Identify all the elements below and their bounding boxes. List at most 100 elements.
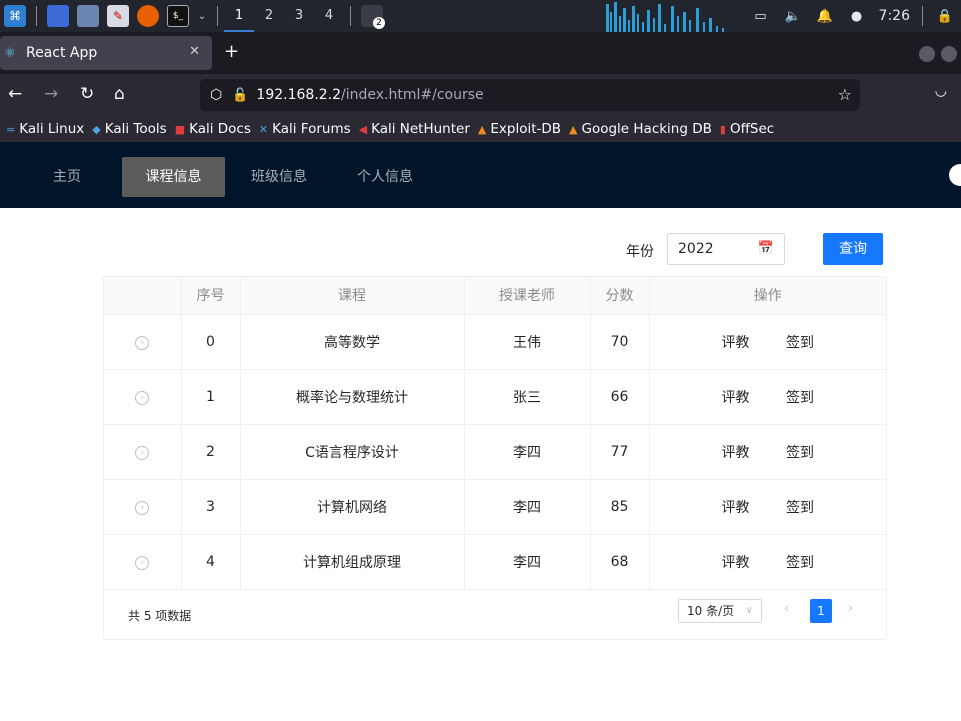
lock-icon[interactable]: 🔒	[934, 9, 956, 24]
cpu-graph	[600, 0, 731, 32]
reload-icon[interactable]: ↻	[80, 84, 94, 104]
show-desktop-icon[interactable]	[47, 5, 69, 27]
menu-course-info[interactable]: 课程信息	[122, 157, 225, 197]
text-editor-icon[interactable]: ✎	[107, 5, 129, 27]
notification-bell-icon[interactable]: 🔔	[814, 9, 836, 24]
course-table: 序号 课程 授课老师 分数 操作 › 0 高等数学 王伟 70 评教 签到 › …	[103, 276, 887, 640]
volume-icon[interactable]: 🔈	[782, 9, 804, 24]
year-value: 2022	[678, 241, 714, 257]
kali-menu-icon[interactable]: ⌘	[4, 5, 26, 27]
query-button[interactable]: 查询	[823, 233, 883, 265]
bookmark-kali-forums[interactable]: ✕ Kali Forums	[259, 121, 351, 137]
cell-actions: 评教 签到	[649, 479, 886, 535]
bookmark-label: OffSec	[729, 121, 775, 137]
address-bar[interactable]: ⬡ 🔓 192.168.2.2 /index.html#/course ☆	[200, 79, 860, 111]
year-label: 年份	[626, 244, 654, 260]
react-icon: ⚛	[4, 45, 16, 61]
clock[interactable]: 7:26	[879, 8, 910, 24]
cell-index: 2	[181, 424, 241, 480]
bookmark-offsec[interactable]: ▮ OffSec	[720, 121, 774, 137]
bookmark-kali-docs[interactable]: ■ Kali Docs	[175, 121, 251, 137]
network-icon[interactable]: ●	[846, 9, 868, 24]
tab-title: React App	[26, 45, 98, 61]
next-page-icon[interactable]: ›	[848, 601, 853, 616]
workspace-2[interactable]: 2	[254, 0, 284, 32]
home-icon[interactable]: ⌂	[114, 84, 125, 104]
minimize-button[interactable]	[919, 46, 935, 62]
cell-course: C语言程序设计	[240, 424, 465, 480]
cell-score: 70	[590, 314, 650, 370]
menu-class-info[interactable]: 班级信息	[245, 157, 313, 197]
pocket-icon[interactable]: ◡	[935, 83, 947, 99]
evaluate-button[interactable]: 评教	[722, 387, 750, 407]
firefox-icon[interactable]	[137, 5, 159, 27]
expand-row-icon[interactable]: ›	[135, 391, 150, 405]
workspace-4[interactable]: 4	[314, 0, 344, 32]
table-row: › 3 计算机网络 李四 85 评教 签到	[104, 479, 886, 535]
checkin-button[interactable]: 签到	[786, 332, 814, 352]
bookmark-star-icon[interactable]: ☆	[838, 85, 852, 104]
prev-page-icon[interactable]: ‹	[784, 601, 789, 616]
bookmark-kali-nethunter[interactable]: ◀ Kali NetHunter	[359, 121, 470, 137]
checkin-button[interactable]: 签到	[786, 387, 814, 407]
tab-react-app[interactable]: ⚛ React App ✕	[0, 36, 212, 70]
chevron-down-icon[interactable]: ⌄	[197, 5, 207, 27]
header-teacher: 授课老师	[464, 277, 591, 315]
checkin-button[interactable]: 签到	[786, 552, 814, 572]
year-picker[interactable]: 2022 📅	[667, 233, 785, 265]
avatar[interactable]	[949, 164, 961, 186]
close-tab-icon[interactable]: ✕	[189, 44, 200, 59]
table-row: › 1 概率论与数理统计 张三 66 评教 签到	[104, 369, 886, 425]
taskbar-separator	[350, 6, 351, 26]
close-window-button[interactable]	[941, 46, 957, 62]
taskbar-separator	[922, 6, 923, 26]
cell-actions: 评教 签到	[649, 314, 886, 370]
evaluate-button[interactable]: 评教	[722, 442, 750, 462]
file-manager-icon[interactable]	[77, 5, 99, 27]
workspace-1[interactable]: 1	[224, 0, 254, 32]
checkin-button[interactable]: 签到	[786, 442, 814, 462]
new-tab-button[interactable]: +	[224, 41, 239, 62]
menu-home[interactable]: 主页	[34, 157, 100, 197]
page-1-button[interactable]: 1	[810, 599, 832, 623]
bookmark-google-hacking-db[interactable]: ▲ Google Hacking DB	[569, 121, 712, 137]
window-count-badge: 2	[373, 17, 385, 29]
url-host: 192.168.2.2	[256, 87, 342, 103]
evaluate-button[interactable]: 评教	[722, 552, 750, 572]
menu-personal-info[interactable]: 个人信息	[350, 157, 420, 197]
shield-icon[interactable]: ⬡	[210, 87, 222, 103]
cell-course: 概率论与数理统计	[240, 369, 465, 425]
expand-row-icon[interactable]: ›	[135, 446, 150, 460]
workspace-3[interactable]: 3	[284, 0, 314, 32]
display-icon[interactable]: ▭	[750, 9, 772, 24]
cell-actions: 评教 签到	[649, 534, 886, 590]
insecure-lock-icon[interactable]: 🔓	[232, 88, 248, 103]
total-count: 共 5 项数据	[128, 609, 192, 623]
bookmark-exploit-db[interactable]: ▲ Exploit-DB	[478, 121, 561, 137]
cell-index: 4	[181, 534, 241, 590]
bookmark-label: Kali Docs	[189, 121, 251, 137]
bookmarks-bar: ≈ Kali Linux ◆ Kali Tools ■ Kali Docs ✕ …	[0, 116, 961, 142]
evaluate-button[interactable]: 评教	[722, 497, 750, 517]
terminal-icon[interactable]: $_	[167, 5, 189, 27]
checkin-button[interactable]: 签到	[786, 497, 814, 517]
kali-dragon-icon: ≈	[6, 122, 16, 136]
firefox-window-icon[interactable]: 2	[361, 5, 385, 29]
cell-index: 1	[181, 369, 241, 425]
bookmark-label: Kali Linux	[19, 121, 85, 137]
expand-row-icon[interactable]: ›	[135, 556, 150, 570]
expand-row-icon[interactable]: ›	[135, 336, 150, 350]
bookmark-kali-linux[interactable]: ≈ Kali Linux	[6, 121, 84, 137]
ghdb-icon: ▲	[569, 122, 578, 136]
back-icon[interactable]: ←	[8, 84, 22, 104]
bookmark-kali-tools[interactable]: ◆ Kali Tools	[92, 121, 166, 137]
page-size-select[interactable]: 10 条/页 ∨	[678, 599, 762, 623]
evaluate-button[interactable]: 评教	[722, 332, 750, 352]
course-table-grid: 序号 课程 授课老师 分数 操作 › 0 高等数学 王伟 70 评教 签到 › …	[104, 277, 886, 590]
cell-course: 计算机网络	[240, 479, 465, 535]
forward-icon[interactable]: →	[44, 84, 58, 104]
expand-row-icon[interactable]: ›	[135, 501, 150, 515]
cell-teacher: 李四	[464, 424, 591, 480]
browser-tab-bar: ⚛ React App ✕ +	[0, 32, 961, 74]
header-expand	[104, 277, 182, 315]
